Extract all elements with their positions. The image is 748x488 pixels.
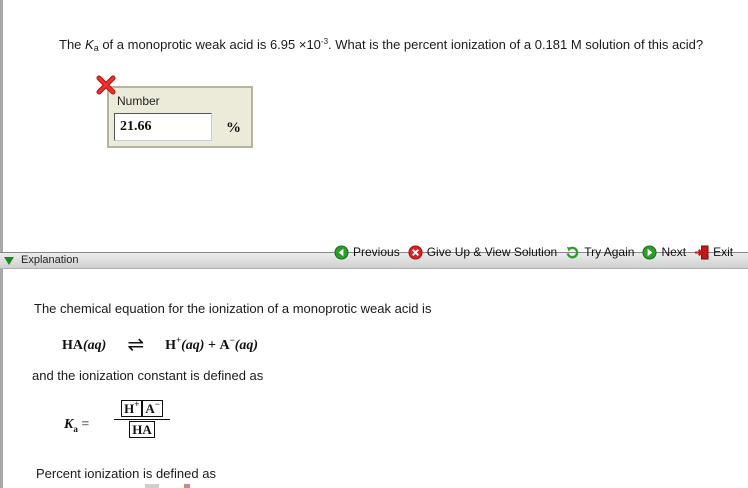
ka-numerator: H+ A− [114, 399, 170, 420]
give-up-icon [408, 244, 423, 260]
previous-button[interactable]: Previous [334, 244, 400, 260]
question-text: The Ka of a monoprotic weak acid is 6.95… [59, 37, 704, 53]
equilibrium-arrow: ⇌ [127, 334, 145, 356]
answer-unit: % [226, 120, 241, 136]
explanation-paragraph-1: The chemical equation for the ionization… [34, 301, 432, 316]
ionization-equation: HA(aq) ⇌ H+(aq) + A−(aq) [62, 334, 259, 356]
toolbar: Previous Give Up & View Solution Try Aga… [334, 243, 733, 261]
left-border [0, 0, 3, 488]
next-button[interactable]: Next [642, 244, 686, 260]
ka-denominator: HA [114, 420, 170, 438]
cut-off-formula-edge [145, 484, 159, 488]
cut-off-formula-edge [184, 484, 190, 488]
expand-triangle-icon[interactable] [4, 257, 14, 265]
answer-box: Number 21.66 % [107, 86, 253, 148]
answer-label: Number [117, 94, 160, 108]
next-arrow-icon [642, 244, 657, 260]
exit-door-icon [695, 244, 709, 260]
explanation-paragraph-3: Percent ionization is defined as [36, 466, 216, 481]
explanation-paragraph-2: and the ionization constant is defined a… [32, 368, 264, 383]
try-again-button[interactable]: Try Again [565, 245, 634, 260]
give-up-view-solution-button[interactable]: Give Up & View Solution [408, 244, 557, 260]
explanation-header: Explanation [21, 254, 79, 266]
ka-symbol: Ka = [64, 417, 90, 434]
answer-input[interactable]: 21.66 [114, 113, 212, 141]
ka-fraction: H+ A− HA [114, 399, 170, 438]
red-x-incorrect-icon [96, 75, 116, 95]
try-again-icon [566, 246, 579, 258]
exit-button[interactable]: Exit [694, 244, 733, 260]
previous-arrow-icon [334, 244, 349, 260]
